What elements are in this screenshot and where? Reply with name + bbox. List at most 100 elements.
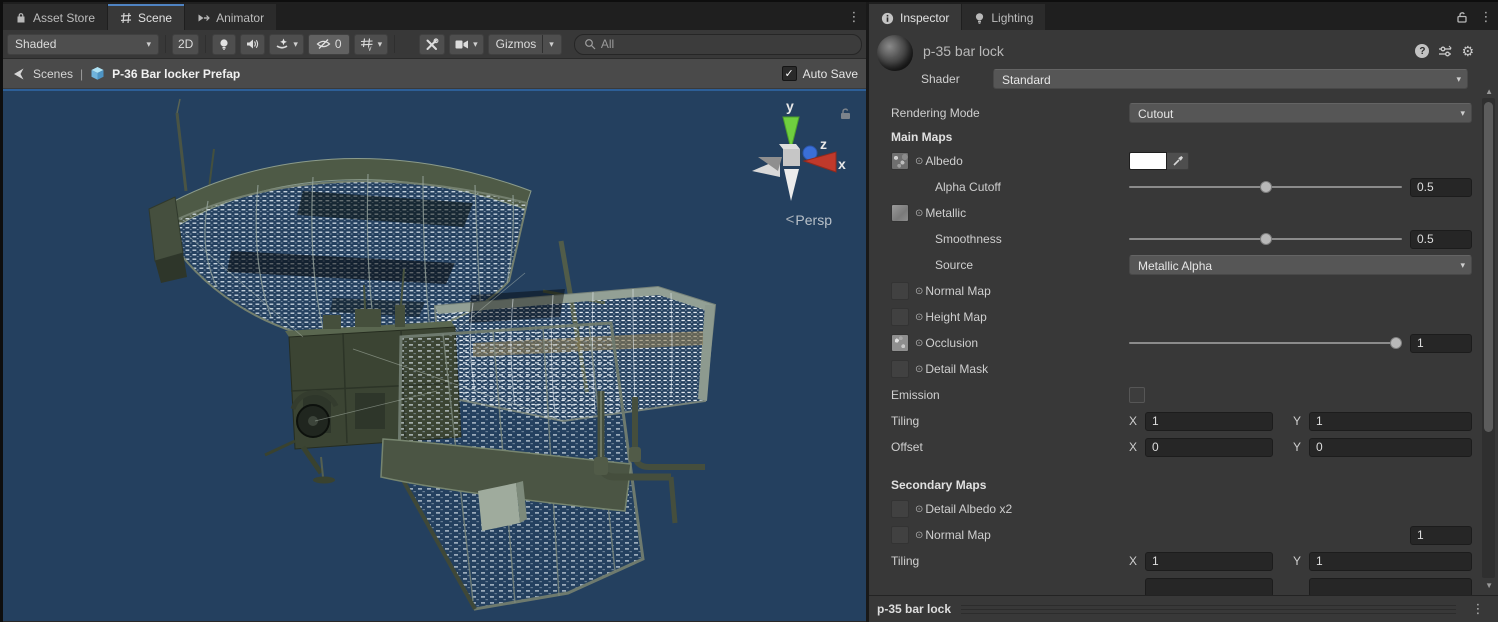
search-icon	[584, 38, 596, 50]
alpha-cutoff-slider[interactable]	[1129, 180, 1402, 194]
footer-material-title: p-35 bar lock	[877, 602, 951, 616]
tab-label: Animator	[216, 11, 264, 25]
scenes-back-icon[interactable]	[11, 67, 26, 81]
scene-toolbar: Shaded ▾ 2D ▾	[3, 30, 866, 59]
shader-value: Standard	[1002, 73, 1051, 87]
occlusion-texture-thumbnail[interactable]	[891, 334, 909, 352]
height-map-label: Height Map	[925, 310, 986, 324]
object-picker-icon[interactable]: ⊙	[915, 364, 923, 375]
detail-albedo-slot[interactable]	[891, 500, 909, 518]
eye-off-icon	[316, 38, 331, 50]
shader-dropdown[interactable]: Standard ▾	[993, 69, 1468, 89]
slider-knob[interactable]	[1390, 337, 1402, 349]
slider-knob[interactable]	[1260, 181, 1272, 193]
toggle-2d-button[interactable]: 2D	[172, 34, 199, 55]
emission-checkbox[interactable]	[1129, 387, 1145, 403]
scroll-down-icon[interactable]: ▼	[1485, 582, 1493, 590]
tab-asset-store[interactable]: Asset Store	[3, 4, 107, 30]
alpha-cutoff-value[interactable]: 0.5	[1410, 178, 1472, 197]
offset-label: Offset	[891, 440, 923, 454]
preview-footer[interactable]: p-35 bar lock ⋮	[869, 595, 1498, 622]
radar-model	[3, 91, 866, 621]
albedo-texture-thumbnail[interactable]	[891, 152, 909, 170]
scene-camera-button[interactable]: ▾	[449, 34, 484, 55]
scene-viewport[interactable]: y z x < Persp	[3, 89, 866, 621]
source-dropdown[interactable]: Metallic Alpha ▾	[1129, 255, 1472, 275]
chevron-down-icon: ▾	[473, 40, 478, 49]
svg-text:y: y	[368, 45, 372, 51]
object-picker-icon[interactable]: ⊙	[915, 208, 923, 219]
occlusion-slider[interactable]	[1129, 336, 1402, 350]
footer-menu-icon[interactable]: ⋮	[1466, 599, 1490, 619]
light-bulb-icon	[974, 12, 985, 25]
gizmos-dropdown[interactable]: Gizmos ▾	[488, 34, 562, 55]
tiling-x-field[interactable]: 1	[1145, 412, 1273, 431]
offset-x-field[interactable]: 0	[1145, 438, 1273, 457]
auto-save-checkbox[interactable]: ✓	[782, 66, 797, 81]
search-input[interactable]	[601, 37, 852, 51]
slider-knob[interactable]	[1260, 233, 1272, 245]
object-picker-icon[interactable]: ⊙	[915, 338, 923, 349]
y-axis-label: Y	[1293, 554, 1305, 568]
gear-icon[interactable]: ⚙	[1461, 44, 1474, 58]
offset-y-field[interactable]: 0	[1309, 438, 1472, 457]
metallic-texture-thumbnail[interactable]	[891, 204, 909, 222]
inspector-panel-menu-icon[interactable]: ⋮	[1474, 4, 1498, 30]
rendering-mode-dropdown[interactable]: Cutout ▾	[1129, 103, 1472, 123]
metallic-row: ⊙ Metallic	[891, 200, 1472, 226]
object-picker-icon[interactable]: ⊙	[915, 504, 923, 515]
secondary-tiling-x-field[interactable]: 1	[1145, 552, 1273, 571]
prefab-cube-icon	[90, 66, 105, 81]
object-picker-icon[interactable]: ⊙	[915, 286, 923, 297]
gizmo-lock-icon[interactable]	[839, 107, 852, 120]
footer-drag-handle[interactable]	[961, 605, 1456, 614]
scrollbar-thumb[interactable]	[1484, 102, 1493, 432]
normal-map-slot[interactable]	[891, 282, 909, 300]
tab-animator[interactable]: Animator	[185, 4, 276, 30]
tiling-y-field[interactable]: 1	[1309, 412, 1472, 431]
scene-panel-menu-icon[interactable]: ⋮	[842, 4, 866, 30]
auto-save-toggle[interactable]: ✓ Auto Save	[782, 66, 858, 81]
secondary-tiling-y-field[interactable]: 1	[1309, 552, 1472, 571]
tab-scene[interactable]: Scene	[108, 4, 184, 30]
scene-effects-button[interactable]: ▾	[269, 34, 304, 55]
section-gap	[891, 460, 1472, 474]
smoothness-value[interactable]: 0.5	[1410, 230, 1472, 249]
smoothness-row: Smoothness 0.5	[891, 226, 1472, 252]
gizmos-label: Gizmos	[496, 37, 537, 51]
object-picker-icon[interactable]: ⊙	[915, 312, 923, 323]
scene-tools-button[interactable]	[419, 34, 445, 55]
scene-lighting-button[interactable]	[212, 34, 236, 55]
occlusion-value[interactable]: 1	[1410, 334, 1472, 353]
clipped-field[interactable]	[1145, 578, 1273, 596]
scene-search-field[interactable]	[574, 34, 862, 55]
eyedropper-button[interactable]	[1167, 152, 1189, 170]
inspector-scrollbar[interactable]	[1482, 98, 1495, 578]
albedo-color-swatch[interactable]	[1129, 152, 1167, 170]
presets-icon[interactable]	[1438, 45, 1452, 58]
help-icon[interactable]: ?	[1415, 44, 1429, 58]
breadcrumb-root[interactable]: Scenes	[33, 67, 73, 81]
grid-snap-button[interactable]: y ▾	[354, 34, 389, 55]
object-picker-icon[interactable]: ⊙	[915, 156, 923, 167]
secondary-normal-scale-value[interactable]: 1	[1410, 526, 1472, 545]
detail-mask-slot[interactable]	[891, 360, 909, 378]
tab-lighting[interactable]: Lighting	[962, 4, 1045, 30]
light-bulb-icon	[218, 38, 230, 51]
toolbar-separator	[205, 35, 206, 53]
secondary-normal-map-slot[interactable]	[891, 526, 909, 544]
orientation-gizmo[interactable]: y z x	[738, 97, 848, 209]
scene-audio-button[interactable]	[240, 34, 265, 55]
object-picker-icon[interactable]: ⊙	[915, 530, 923, 541]
scroll-up-icon[interactable]: ▲	[1485, 88, 1493, 96]
tab-inspector[interactable]: Inspector	[869, 4, 961, 30]
projection-toggle[interactable]: < Persp	[786, 211, 832, 228]
scene-visibility-button[interactable]: 0	[308, 34, 350, 55]
smoothness-slider[interactable]	[1129, 232, 1402, 246]
x-axis-label: X	[1129, 440, 1141, 454]
clipped-field[interactable]	[1309, 578, 1472, 596]
secondary-normal-map-label: Normal Map	[925, 528, 990, 542]
height-map-slot[interactable]	[891, 308, 909, 326]
shading-mode-dropdown[interactable]: Shaded ▾	[7, 34, 159, 55]
inspector-lock-icon[interactable]	[1450, 4, 1474, 30]
